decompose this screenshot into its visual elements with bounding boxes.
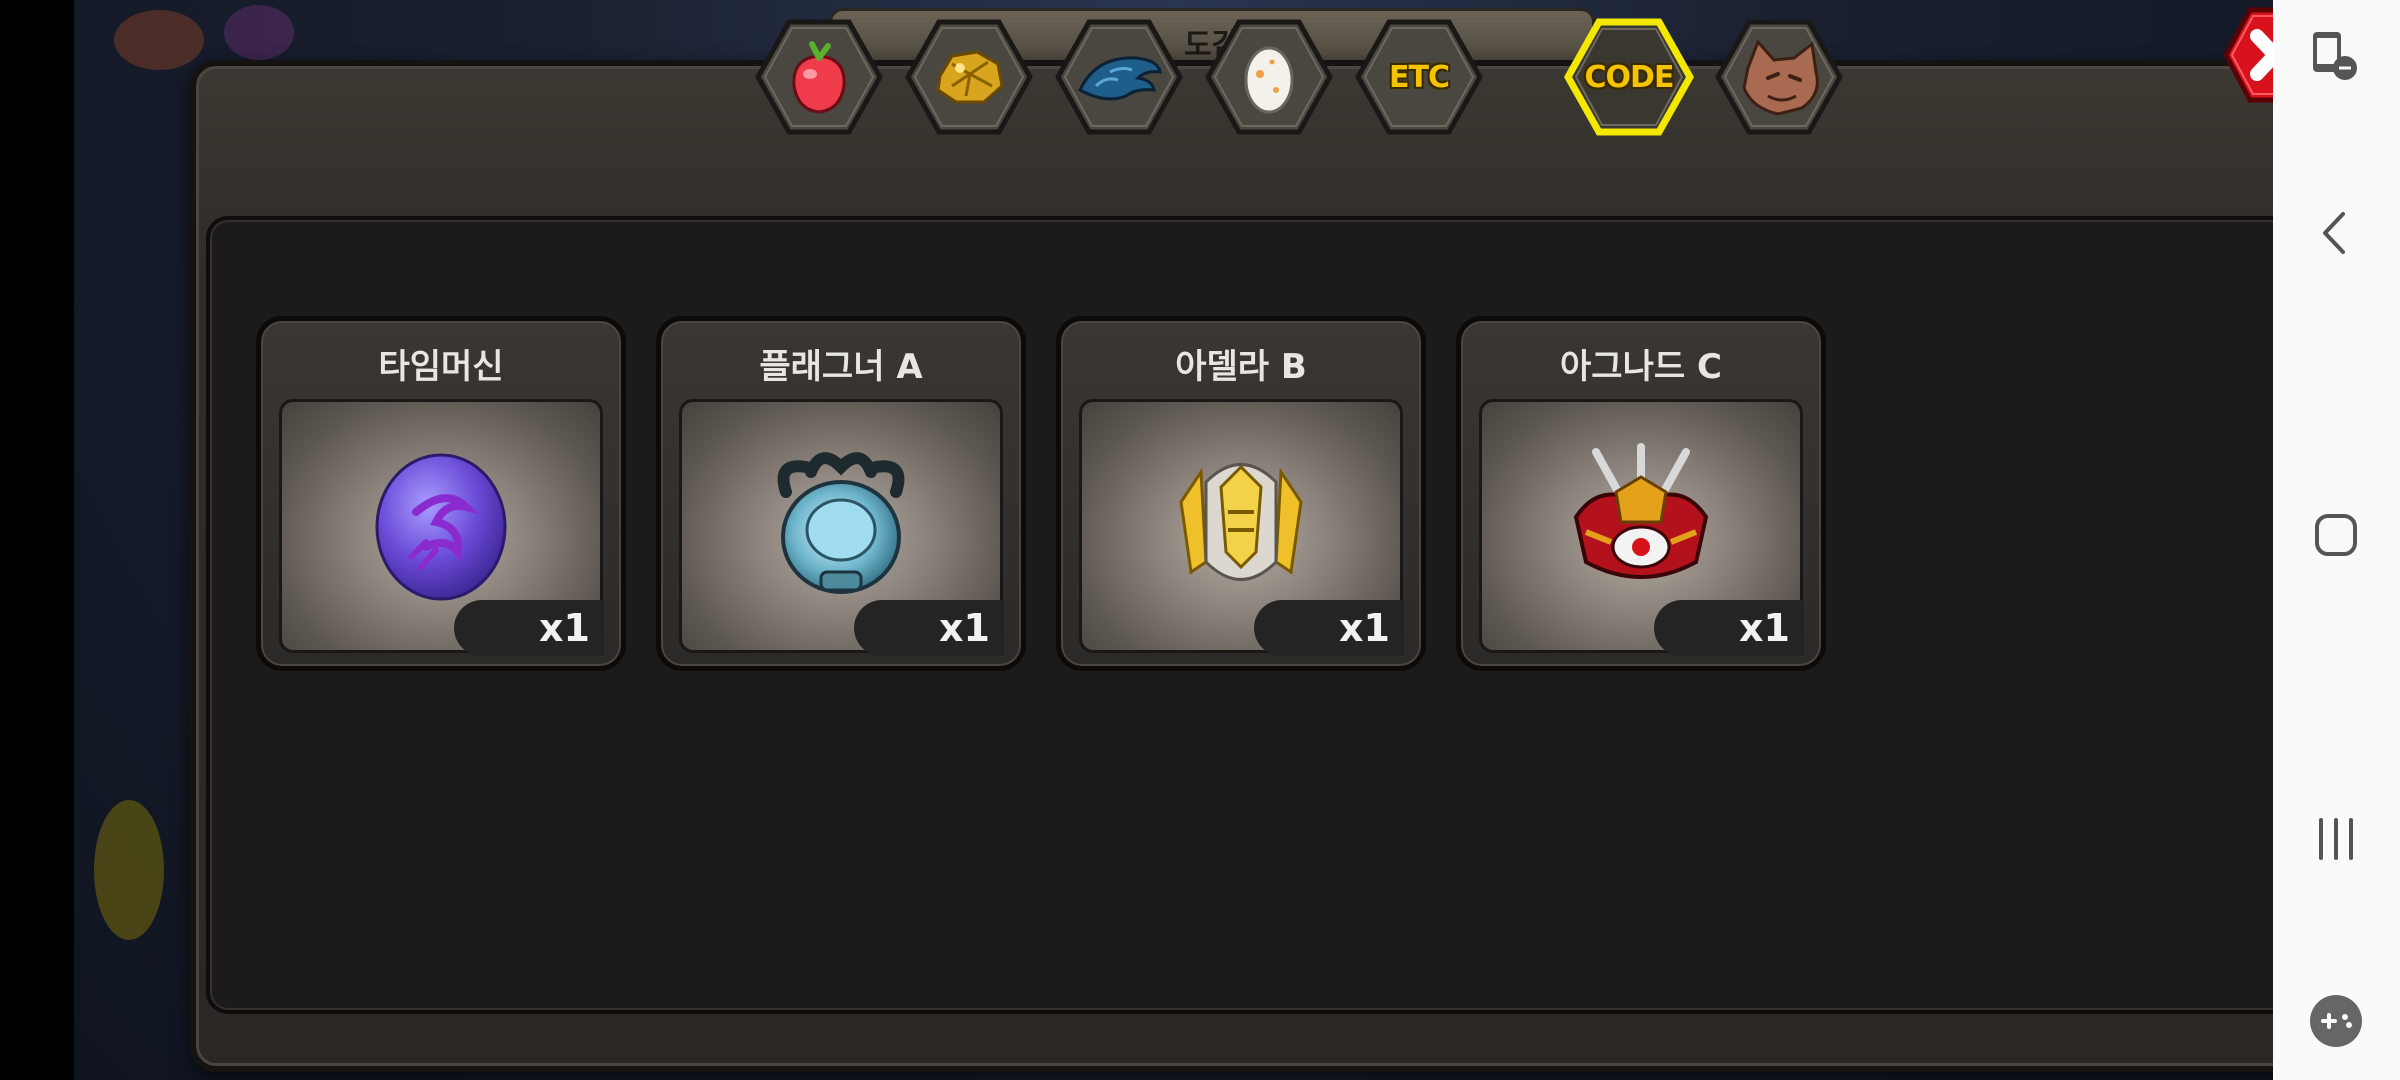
tab-label: ETC bbox=[1389, 59, 1450, 95]
item-card[interactable]: 플래그너 A x1 bbox=[656, 316, 1026, 671]
item-name: 타임머신 bbox=[378, 347, 504, 387]
item-card[interactable]: 아그나드 C x1 bbox=[1456, 316, 1826, 671]
item-card[interactable]: 타임머신 x1 bbox=[256, 316, 626, 671]
gold-helmet-icon bbox=[1179, 463, 1303, 581]
tab-label: CODE bbox=[1584, 59, 1675, 95]
tab-beast[interactable] bbox=[1714, 18, 1844, 136]
tab-gold[interactable] bbox=[904, 18, 1034, 136]
egg-icon bbox=[1244, 46, 1294, 114]
home-icon bbox=[2315, 514, 2357, 556]
quantity-badge: x1 bbox=[1654, 600, 1804, 656]
red-helmet-icon bbox=[1573, 443, 1709, 579]
tab-fruit[interactable] bbox=[754, 18, 884, 136]
quantity-badge: x1 bbox=[454, 600, 604, 656]
purple-egg-icon bbox=[375, 453, 507, 601]
blue-scale-icon bbox=[1078, 56, 1162, 101]
tab-egg[interactable] bbox=[1204, 18, 1334, 136]
item-quantity: x1 bbox=[539, 606, 590, 650]
strawberry-icon bbox=[792, 41, 846, 114]
teal-helmet-icon bbox=[777, 452, 905, 594]
item-image-frame: x1 bbox=[279, 399, 604, 656]
background-decor bbox=[224, 5, 294, 60]
item-quantity: x1 bbox=[1739, 606, 1790, 650]
item-name: 아델라 B bbox=[1175, 347, 1307, 387]
quantity-badge: x1 bbox=[1254, 600, 1404, 656]
quantity-badge: x1 bbox=[854, 600, 1004, 656]
recents-button[interactable] bbox=[2303, 806, 2369, 872]
screen-lock-icon bbox=[2313, 32, 2357, 80]
back-icon bbox=[2323, 212, 2345, 254]
item-name: 플래그너 A bbox=[759, 347, 923, 387]
screen-lock-button[interactable] bbox=[2303, 24, 2369, 90]
back-button[interactable] bbox=[2303, 200, 2369, 266]
item-card[interactable]: 아델라 B x1 bbox=[1056, 316, 1426, 671]
background-decor bbox=[114, 10, 204, 70]
tab-code[interactable]: CODE bbox=[1564, 18, 1694, 136]
tab-etc[interactable]: ETC bbox=[1354, 18, 1484, 136]
close-icon bbox=[2223, 7, 2273, 103]
background-decor bbox=[94, 800, 164, 940]
inventory-panel: 타임머신 x1 플래그너 A x1 아델라 B x1 아그나드 C x1 bbox=[190, 60, 2273, 1072]
item-quantity: x1 bbox=[939, 606, 990, 650]
tab-material[interactable] bbox=[1054, 18, 1184, 136]
system-navigation-bar bbox=[2273, 0, 2400, 1080]
game-tools-button[interactable] bbox=[2303, 988, 2369, 1054]
game-tools-icon bbox=[2310, 995, 2362, 1047]
gold-nugget-icon bbox=[936, 50, 1004, 104]
game-viewport: 도감/기록 타임머신 bbox=[74, 0, 2273, 1080]
item-name: 아그나드 C bbox=[1560, 347, 1722, 387]
item-image-frame: x1 bbox=[679, 399, 1004, 656]
item-image-frame: x1 bbox=[1479, 399, 1804, 656]
close-button[interactable] bbox=[2222, 6, 2273, 104]
recents-icon bbox=[2319, 818, 2353, 860]
wolf-head-icon bbox=[1742, 39, 1819, 116]
home-button[interactable] bbox=[2303, 502, 2369, 568]
item-image-frame: x1 bbox=[1079, 399, 1404, 656]
item-quantity: x1 bbox=[1339, 606, 1390, 650]
